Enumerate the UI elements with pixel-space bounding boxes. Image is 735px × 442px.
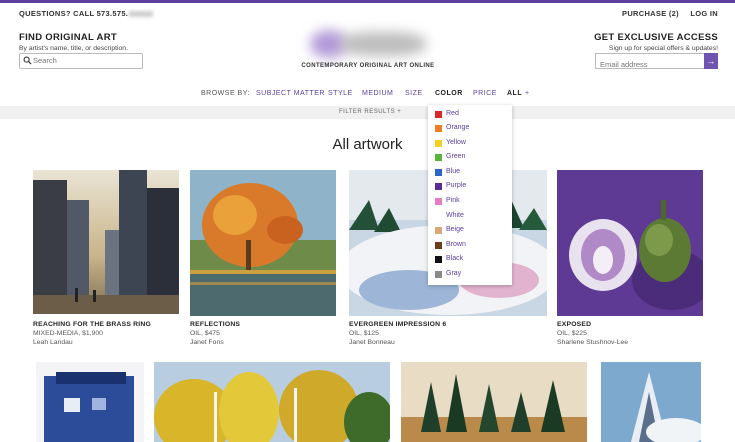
exclusive-heading: GET EXCLUSIVE ACCESS bbox=[594, 32, 718, 43]
artwork-artist[interactable]: Sharlene Stushnov-Lee bbox=[557, 339, 628, 346]
color-swatch bbox=[435, 169, 442, 176]
nav-medium[interactable]: MEDIUM bbox=[362, 90, 393, 97]
artwork-title[interactable]: EVERGREEN IMPRESSION 6 bbox=[349, 321, 446, 328]
artwork-artist[interactable]: Janet Bonneau bbox=[349, 339, 395, 346]
nav-style[interactable]: STYLE bbox=[328, 90, 353, 97]
color-swatch bbox=[435, 213, 442, 220]
email-box bbox=[595, 53, 706, 72]
email-submit-button[interactable]: → bbox=[704, 53, 718, 69]
nav-all[interactable]: ALL bbox=[507, 90, 522, 97]
color-swatch bbox=[435, 125, 442, 132]
artwork-details: OIL, $475 bbox=[190, 330, 220, 337]
artwork-card[interactable]: REFLECTIONS OIL, $475 Janet Fons bbox=[190, 170, 336, 350]
filter-bar[interactable]: FILTER RESULTS + bbox=[0, 106, 735, 119]
artwork-card[interactable] bbox=[36, 362, 144, 442]
artwork-artist[interactable]: Janet Fons bbox=[190, 339, 224, 346]
color-swatch bbox=[435, 256, 442, 263]
artwork-details: OIL, $125 bbox=[349, 330, 379, 337]
exclusive-subtitle: Sign up for special offers & updates! bbox=[608, 45, 718, 52]
artwork-image[interactable] bbox=[190, 170, 336, 316]
artwork-details: OIL, $225 bbox=[557, 330, 587, 337]
artwork-details: MIXED-MEDIA, $1,900 bbox=[33, 330, 103, 337]
phone-info: QUESTIONS? CALL 573.575. bbox=[19, 9, 154, 18]
search-input[interactable] bbox=[33, 55, 138, 66]
color-swatch bbox=[435, 271, 442, 278]
artwork-image[interactable] bbox=[557, 170, 703, 316]
find-art-subtitle: By artist's name, title, or description. bbox=[19, 45, 128, 52]
filter-results-label[interactable]: FILTER RESULTS + bbox=[339, 109, 401, 115]
browse-by-label: BROWSE BY: bbox=[201, 90, 250, 97]
blurred-phone-digits bbox=[129, 11, 154, 18]
artwork-title[interactable]: EXPOSED bbox=[557, 321, 591, 328]
artwork-artist[interactable]: Leah Landau bbox=[33, 339, 73, 346]
login-link[interactable]: LOG IN bbox=[690, 9, 718, 18]
browse-nav: BROWSE BY: SUBJECT MATTER STYLE MEDIUM S… bbox=[0, 86, 735, 102]
color-swatch bbox=[435, 227, 442, 234]
nav-more[interactable]: + bbox=[525, 90, 530, 97]
find-art-heading: FIND ORIGINAL ART bbox=[19, 32, 117, 43]
phone-text: QUESTIONS? CALL 573.575. bbox=[19, 9, 129, 18]
top-bar: QUESTIONS? CALL 573.575. PURCHASE (2) LO… bbox=[0, 3, 735, 25]
nav-size[interactable]: SIZE bbox=[405, 90, 423, 97]
artwork-card[interactable] bbox=[601, 362, 701, 442]
color-dropdown-menu: Red Orange Yellow Green Blue Purple Pink… bbox=[428, 105, 512, 285]
search-icon bbox=[23, 56, 32, 65]
artwork-image[interactable] bbox=[33, 170, 179, 314]
site-tagline: CONTEMPORARY ORIGINAL ART ONLINE bbox=[301, 63, 435, 69]
color-swatch bbox=[435, 242, 442, 249]
artwork-card[interactable] bbox=[154, 362, 390, 442]
exclusive-access-block: GET EXCLUSIVE ACCESS Sign up for special… bbox=[594, 32, 718, 52]
color-swatch bbox=[435, 140, 442, 147]
color-swatch bbox=[435, 183, 442, 190]
page-title: All artwork bbox=[332, 136, 403, 153]
artwork-image[interactable] bbox=[154, 362, 390, 442]
search-box[interactable] bbox=[19, 53, 143, 69]
color-swatch bbox=[435, 198, 442, 205]
account-links: PURCHASE (2) LOG IN bbox=[613, 9, 718, 18]
find-art-block: FIND ORIGINAL ART By artist's name, titl… bbox=[19, 32, 128, 52]
artwork-card[interactable]: EXPOSED OIL, $225 Sharlene Stushnov-Lee bbox=[557, 170, 703, 350]
artwork-image[interactable] bbox=[401, 362, 587, 442]
artwork-image[interactable] bbox=[36, 362, 144, 442]
color-swatch bbox=[435, 154, 442, 161]
nav-price[interactable]: PRICE bbox=[473, 90, 497, 97]
nav-subject-matter[interactable]: SUBJECT MATTER bbox=[256, 90, 325, 97]
artwork-image[interactable] bbox=[601, 362, 701, 442]
nav-color[interactable]: COLOR bbox=[435, 90, 463, 97]
color-swatch bbox=[435, 111, 442, 118]
email-input[interactable] bbox=[596, 57, 706, 72]
purchase-link[interactable]: PURCHASE (2) bbox=[622, 9, 679, 18]
artwork-card[interactable] bbox=[401, 362, 587, 442]
artwork-title[interactable]: REFLECTIONS bbox=[190, 321, 240, 328]
artwork-card[interactable]: REACHING FOR THE BRASS RING MIXED-MEDIA,… bbox=[33, 170, 179, 350]
artwork-title[interactable]: REACHING FOR THE BRASS RING bbox=[33, 321, 151, 328]
site-logo[interactable] bbox=[306, 26, 430, 62]
